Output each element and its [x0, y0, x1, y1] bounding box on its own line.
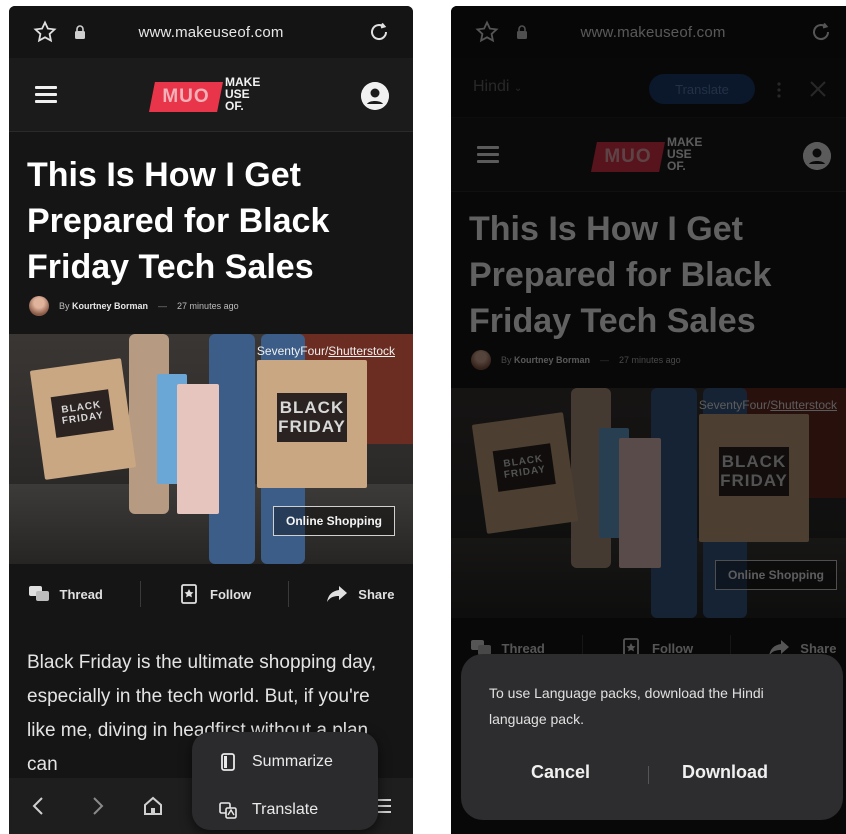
category-tag[interactable]: Online Shopping	[715, 560, 837, 590]
article-byline: By Kourtney Borman — 27 minutes ago	[471, 350, 681, 370]
cancel-button[interactable]: Cancel	[531, 762, 590, 783]
image-credit: SeventyFour/Shutterstock	[256, 344, 395, 358]
forward-icon[interactable]	[85, 794, 109, 818]
follow-icon	[181, 584, 197, 604]
back-icon[interactable]	[27, 794, 51, 818]
share-button[interactable]: Share	[326, 584, 394, 604]
bag-label-small: BLACK FRIDAY	[492, 442, 557, 493]
language-pack-dialog: To use Language packs, download the Hind…	[461, 654, 843, 820]
follow-button[interactable]: Follow	[178, 584, 251, 604]
author-name[interactable]: Kourtney Borman	[72, 301, 148, 311]
publish-time: 27 minutes ago	[177, 301, 239, 311]
author-avatar	[29, 296, 49, 316]
image-credit: SeventyFour/Shutterstock	[698, 398, 837, 412]
logo-mark: MUO	[149, 82, 223, 112]
more-options-icon[interactable]	[777, 82, 781, 98]
logo-words: MAKE USE OF.	[225, 75, 261, 113]
translate-button[interactable]: Translate	[649, 74, 755, 104]
close-icon[interactable]	[809, 80, 827, 98]
site-logo[interactable]: MUO MAKE USE OF.	[149, 76, 279, 116]
selection-popup-menu: Summarize Translate	[192, 732, 378, 830]
publish-time: 27 minutes ago	[619, 355, 681, 365]
reload-icon[interactable]	[809, 20, 833, 44]
url-text[interactable]: www.makeuseof.com	[451, 24, 846, 41]
hero-image: BLACK FRIDAY BLACK FRIDAY SeventyFour/Shut…	[9, 334, 413, 564]
hero-image: BLACK FRIDAY BLACK FRIDAY SeventyFour/Shut…	[451, 388, 846, 618]
translate-menu-item[interactable]: Translate	[218, 800, 318, 820]
bag-label-large: BLACK FRIDAY	[276, 393, 348, 442]
thread-button[interactable]: Thread	[28, 584, 103, 604]
bag-label-large: BLACK FRIDAY	[718, 447, 790, 496]
summarize-menu-item[interactable]: Summarize	[218, 752, 333, 772]
author-avatar	[471, 350, 491, 370]
logo-mark: MUO	[591, 142, 665, 172]
share-icon	[327, 586, 348, 602]
bag-label-small: BLACK FRIDAY	[50, 388, 115, 439]
hamburger-menu-icon[interactable]	[35, 86, 57, 104]
site-logo[interactable]: MUO MAKE USE OF.	[591, 136, 721, 176]
translate-bar: Hindi ⌄ Translate	[451, 58, 846, 118]
url-bar[interactable]: www.makeuseof.com	[451, 6, 846, 58]
account-icon[interactable]	[803, 142, 831, 170]
article-headline: This Is How I Get Prepared for Black Fri…	[469, 210, 772, 340]
url-bar[interactable]: www.makeuseof.com	[9, 6, 413, 58]
article-byline: By Kourtney Borman — 27 minutes ago	[29, 296, 239, 316]
thread-icon	[28, 586, 49, 601]
credit-link[interactable]: Shutterstock	[328, 344, 395, 358]
account-icon[interactable]	[361, 82, 389, 110]
translate-icon	[219, 802, 237, 819]
download-button[interactable]: Download	[682, 762, 768, 783]
hamburger-menu-icon[interactable]	[477, 146, 499, 164]
author-name[interactable]: Kourtney Borman	[514, 355, 590, 365]
category-tag[interactable]: Online Shopping	[273, 506, 395, 536]
summarize-icon	[221, 753, 235, 771]
article-headline: This Is How I Get Prepared for Black Fri…	[27, 156, 330, 286]
article-actions: Thread Follow Share	[9, 566, 413, 622]
site-header: MUO MAKE USE OF.	[9, 58, 413, 132]
url-text[interactable]: www.makeuseof.com	[9, 24, 413, 41]
site-header: MUO MAKE USE OF.	[451, 118, 846, 192]
logo-words: MAKE USE OF.	[667, 135, 703, 173]
phone-right: www.makeuseof.com Hindi ⌄ Translate MUO …	[451, 6, 846, 834]
home-icon[interactable]	[141, 794, 165, 818]
dialog-message: To use Language packs, download the Hind…	[489, 685, 764, 727]
reload-icon[interactable]	[367, 20, 391, 44]
phone-left: www.makeuseof.com MUO MAKE USE OF. This Is…	[9, 6, 413, 834]
credit-link[interactable]: Shutterstock	[770, 398, 837, 412]
language-dropdown[interactable]: Hindi ⌄	[473, 78, 522, 96]
